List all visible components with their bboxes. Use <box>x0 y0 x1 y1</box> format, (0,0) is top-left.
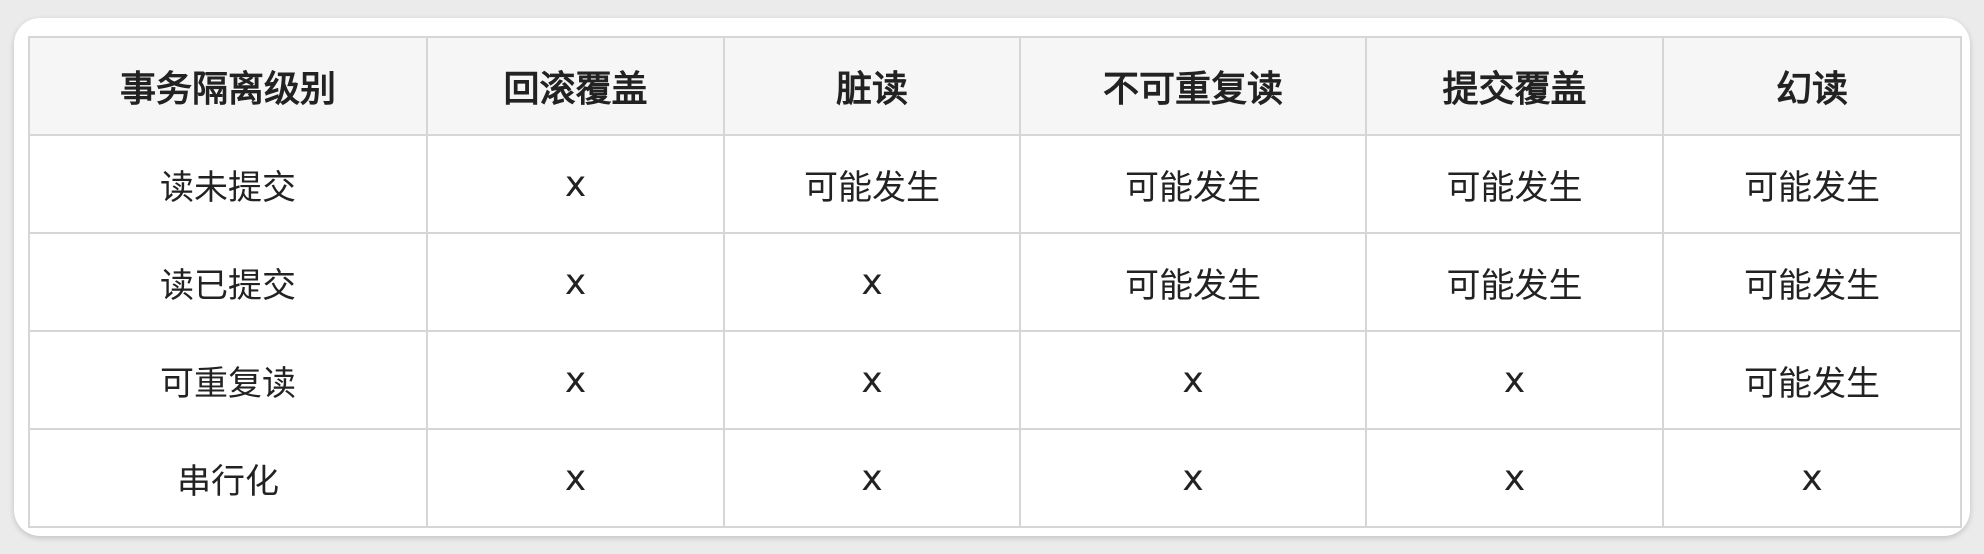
table-row: 串行化 x x x x x <box>28 428 1962 528</box>
cell-phantom-read: 可能发生 <box>1662 330 1962 430</box>
cell-non-repeatable-read: 可能发生 <box>1019 232 1367 332</box>
cell-rollback-overwrite: x <box>426 232 725 332</box>
cell-phantom-read: 可能发生 <box>1662 232 1962 332</box>
cell-dirty-read: x <box>723 428 1021 528</box>
cell-dirty-read: x <box>723 330 1021 430</box>
cell-level: 串行化 <box>28 428 428 528</box>
table-container: 事务隔离级别 回滚覆盖 脏读 不可重复读 提交覆盖 幻读 读未提交 x 可能发生… <box>28 36 1962 528</box>
cell-level: 读已提交 <box>28 232 428 332</box>
cell-phantom-read: x <box>1662 428 1962 528</box>
isolation-level-table: 事务隔离级别 回滚覆盖 脏读 不可重复读 提交覆盖 幻读 读未提交 x 可能发生… <box>28 36 1962 528</box>
header-rollback-overwrite: 回滚覆盖 <box>426 36 725 136</box>
cell-non-repeatable-read: x <box>1019 330 1367 430</box>
header-phantom-read: 幻读 <box>1662 36 1962 136</box>
cell-level: 读未提交 <box>28 134 428 234</box>
table-row: 可重复读 x x x x 可能发生 <box>28 330 1962 430</box>
cell-dirty-read: x <box>723 232 1021 332</box>
cell-commit-overwrite: x <box>1365 428 1664 528</box>
cell-non-repeatable-read: 可能发生 <box>1019 134 1367 234</box>
cell-non-repeatable-read: x <box>1019 428 1367 528</box>
cell-commit-overwrite: 可能发生 <box>1365 134 1664 234</box>
cell-rollback-overwrite: x <box>426 428 725 528</box>
cell-rollback-overwrite: x <box>426 330 725 430</box>
table-header-row: 事务隔离级别 回滚覆盖 脏读 不可重复读 提交覆盖 幻读 <box>28 36 1962 136</box>
header-commit-overwrite: 提交覆盖 <box>1365 36 1664 136</box>
cell-phantom-read: 可能发生 <box>1662 134 1962 234</box>
header-isolation-level: 事务隔离级别 <box>28 36 428 136</box>
cell-commit-overwrite: x <box>1365 330 1664 430</box>
table-row: 读已提交 x x 可能发生 可能发生 可能发生 <box>28 232 1962 332</box>
cell-dirty-read: 可能发生 <box>723 134 1021 234</box>
header-non-repeatable-read: 不可重复读 <box>1019 36 1367 136</box>
cell-rollback-overwrite: x <box>426 134 725 234</box>
table-card: 事务隔离级别 回滚覆盖 脏读 不可重复读 提交覆盖 幻读 读未提交 x 可能发生… <box>14 18 1970 536</box>
table-row: 读未提交 x 可能发生 可能发生 可能发生 可能发生 <box>28 134 1962 234</box>
header-dirty-read: 脏读 <box>723 36 1021 136</box>
cell-level: 可重复读 <box>28 330 428 430</box>
cell-commit-overwrite: 可能发生 <box>1365 232 1664 332</box>
